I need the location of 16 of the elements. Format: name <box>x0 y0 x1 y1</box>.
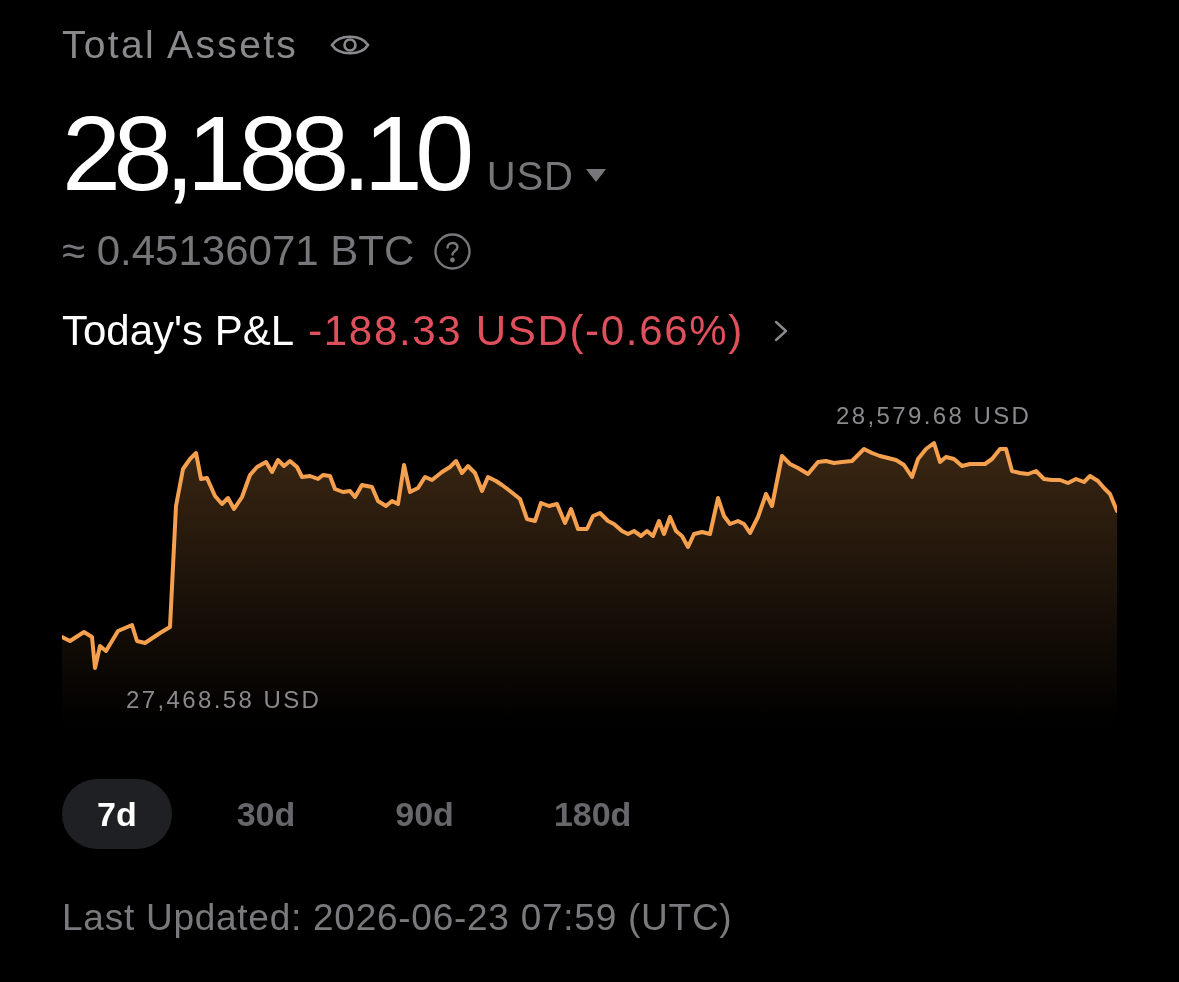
max-value-label: 28,579.68 USD <box>836 404 1032 428</box>
chevron-right-icon[interactable] <box>773 320 788 342</box>
help-icon[interactable] <box>434 232 472 270</box>
total-assets-title: Total Assets <box>62 25 299 64</box>
btc-equivalent: ≈ 0.45136071 BTC <box>62 230 415 272</box>
pnl-label: Today's P&L <box>62 310 295 352</box>
last-updated-text: Last Updated: 2026-06-23 07:59 (UTC) <box>62 899 733 936</box>
range-tab[interactable]: 30d <box>201 779 331 849</box>
range-tab[interactable]: 7d <box>62 779 172 849</box>
range-tab[interactable]: 90d <box>360 779 489 849</box>
caret-icon <box>585 169 606 183</box>
pnl-value: -188.33 USD(-0.66%) <box>308 310 744 352</box>
currency-dropdown[interactable]: USD <box>486 156 606 196</box>
min-value-label: 27,468.58 USD <box>126 688 322 712</box>
total-balance-amount: 28,188.10 <box>62 100 467 206</box>
range-tab[interactable]: 180d <box>518 779 667 849</box>
